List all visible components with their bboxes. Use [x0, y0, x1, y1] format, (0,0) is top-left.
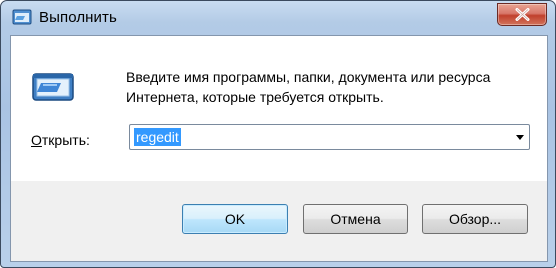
run-program-icon	[32, 73, 74, 101]
close-icon	[515, 8, 530, 21]
cancel-button[interactable]: Отмена	[303, 204, 408, 234]
chevron-down-icon[interactable]	[511, 125, 529, 149]
title-bar[interactable]: Выполнить	[1, 1, 555, 37]
window-title: Выполнить	[39, 9, 117, 26]
command-input[interactable]: regedit	[134, 128, 181, 146]
open-label: Открыть:	[31, 132, 90, 148]
run-dialog-window: Выполнить Введите имя программы, папки, …	[0, 0, 556, 268]
open-label-accelerator: О	[31, 132, 42, 148]
dialog-body: Введите имя программы, папки, документа …	[10, 35, 548, 262]
content-panel: Введите имя программы, папки, документа …	[11, 36, 547, 181]
browse-button[interactable]: Обзор...	[422, 204, 528, 234]
run-dialog-icon	[12, 9, 32, 25]
dialog-description: Введите имя программы, папки, документа …	[126, 69, 491, 105]
open-combobox[interactable]: regedit	[129, 124, 530, 150]
close-button[interactable]	[497, 3, 547, 26]
open-label-text: ткрыть:	[41, 132, 90, 148]
ok-button[interactable]: OK	[182, 204, 288, 234]
